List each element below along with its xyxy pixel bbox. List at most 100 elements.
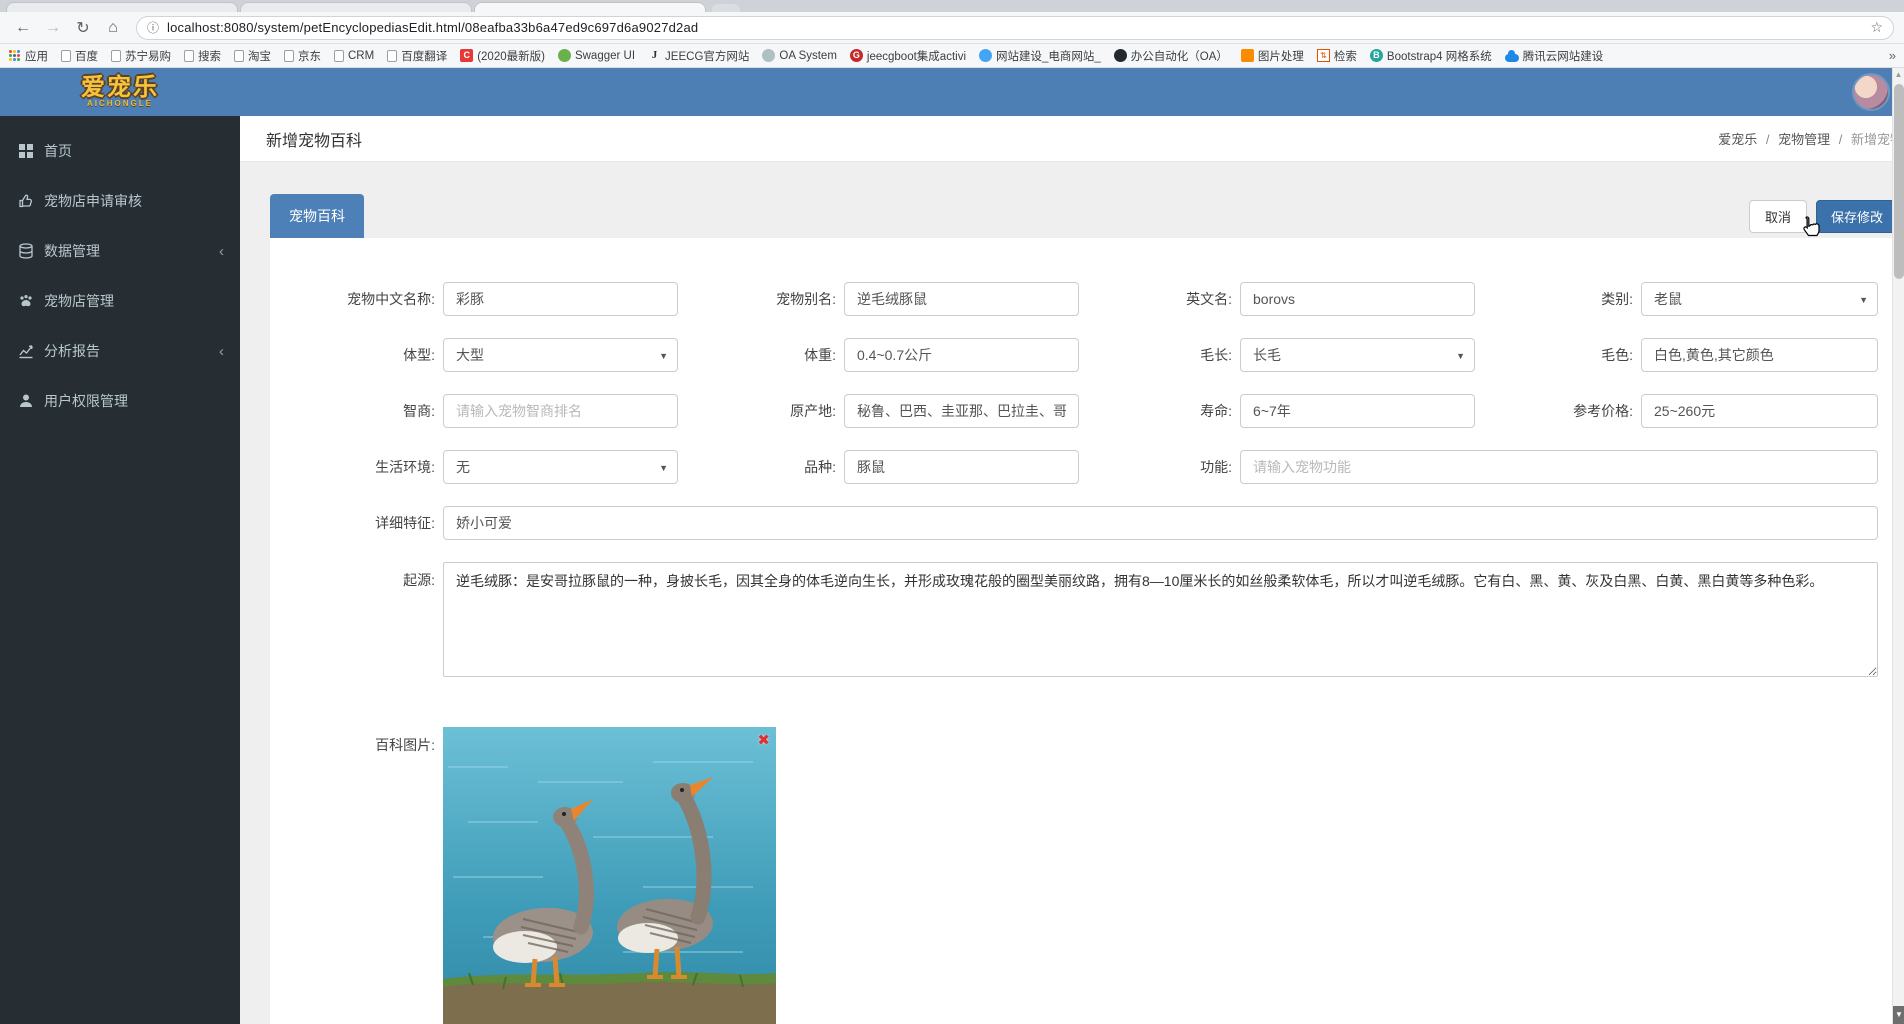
origin-textarea[interactable]: 逆毛绒豚：是安哥拉豚鼠的一种，身披长毛，因其全身的体毛逆向生长，并形成玫瑰花般的… <box>443 562 1878 677</box>
jeecgboot-icon: G <box>849 49 863 62</box>
page-icon <box>387 49 398 62</box>
page-icon <box>111 49 121 62</box>
sidebar: 首页 宠物店申请审核 数据管理 ‹ 宠物店管理 分析报告 ‹ 用户权限管理 <box>0 116 240 1024</box>
browser-tab[interactable] <box>6 2 238 12</box>
bookmark[interactable]: 搜索 <box>184 48 221 64</box>
sidebar-item-user-perms[interactable]: 用户权限管理 <box>0 376 240 426</box>
line-chart-icon <box>19 345 33 359</box>
browser-navbar: ← → ↻ ⌂ ⓘ localhost:8080/system/petEncyc… <box>0 12 1904 44</box>
pet-image: ✖ <box>443 727 776 1024</box>
en-name-input[interactable] <box>1240 282 1475 316</box>
bookmark[interactable]: 图片处理 <box>1240 48 1304 64</box>
home-icon[interactable]: ⌂ <box>100 19 126 37</box>
weight-label: 体重: <box>804 347 836 363</box>
bookmark[interactable]: OA System <box>762 49 837 62</box>
delete-image-icon[interactable]: ✖ <box>757 731 770 749</box>
bookmark[interactable]: ⇅ 检索 <box>1316 48 1357 64</box>
scroll-down-icon[interactable]: ▼ <box>1893 1006 1904 1024</box>
bookmark[interactable]: C (2020最新版) <box>460 48 545 64</box>
bootstrap-icon: B <box>1369 49 1383 62</box>
save-button[interactable]: 保存修改 <box>1815 199 1898 233</box>
bookmark[interactable]: 苏宁易购 <box>111 48 171 64</box>
paw-icon <box>20 295 32 307</box>
function-input[interactable] <box>1240 450 1878 484</box>
origin-place-input[interactable] <box>844 394 1079 428</box>
features-input[interactable] <box>443 506 1878 540</box>
hair-color-label: 毛色: <box>1601 347 1633 363</box>
page-icon <box>184 49 194 62</box>
user-icon <box>20 394 32 407</box>
bookmark-star-icon[interactable]: ☆ <box>1870 19 1883 36</box>
browser-tab[interactable] <box>240 2 472 12</box>
scrollbar-thumb[interactable] <box>1894 84 1904 279</box>
bookmark-apps[interactable]: 应用 <box>8 48 48 64</box>
breadcrumb-section[interactable]: 宠物管理 <box>1778 132 1830 147</box>
card-toolbar: 宠物百科 取消 保存修改 <box>270 194 1898 238</box>
environment-select[interactable]: 无 ▼ <box>443 450 678 484</box>
bookmark[interactable]: CRM <box>334 49 374 62</box>
alias-input[interactable] <box>844 282 1079 316</box>
scroll-up-icon[interactable]: ▲ <box>1893 68 1904 82</box>
sidebar-item-home[interactable]: 首页 <box>0 126 240 176</box>
new-tab-button[interactable] <box>712 4 740 12</box>
form-card: 宠物中文名称: 宠物别名: 英文名: 类别: 老鼠 ▼ 体型: <box>270 238 1898 1024</box>
bookmark[interactable]: 百度翻译 <box>387 48 447 64</box>
weight-input[interactable] <box>844 338 1079 372</box>
github-icon <box>1113 49 1127 62</box>
bookmark[interactable]: Swagger UI <box>557 49 635 62</box>
price-input[interactable] <box>1641 394 1878 428</box>
page-icon <box>234 49 244 62</box>
website-icon <box>979 49 992 62</box>
bookmark[interactable]: 办公自动化（OA） <box>1113 48 1228 64</box>
cn-name-label: 宠物中文名称: <box>347 291 435 307</box>
forward-icon[interactable]: → <box>40 19 66 37</box>
iq-label: 智商: <box>403 403 435 419</box>
bookmark[interactable]: 腾讯云网站建设 <box>1504 48 1603 64</box>
page-info-icon[interactable]: ⓘ <box>147 19 159 36</box>
lifespan-label: 寿命: <box>1200 403 1232 419</box>
breadcrumb-home[interactable]: 爱宠乐 <box>1718 132 1757 147</box>
bookmark[interactable]: 网站建设_电商网站_ <box>979 48 1101 64</box>
cn-name-input[interactable] <box>443 282 678 316</box>
reload-icon[interactable]: ↻ <box>70 18 96 38</box>
bookmark[interactable]: B Bootstrap4 网格系统 <box>1369 48 1492 64</box>
page-icon <box>61 49 71 62</box>
category-label: 类别: <box>1601 291 1633 307</box>
origin-label: 起源: <box>403 572 435 588</box>
bookmarks-overflow-icon[interactable]: » <box>1889 48 1896 63</box>
bookmark[interactable]: Gjeecgboot集成activi <box>849 48 966 64</box>
iq-input[interactable] <box>443 394 678 428</box>
body-type-select[interactable]: 大型 ▼ <box>443 338 678 372</box>
hair-length-select[interactable]: 长毛 ▼ <box>1240 338 1475 372</box>
page-icon <box>284 49 294 62</box>
bookmark[interactable]: 京东 <box>284 48 321 64</box>
category-select[interactable]: 老鼠 ▼ <box>1641 282 1878 316</box>
back-icon[interactable]: ← <box>10 19 36 37</box>
page-scrollbar[interactable]: ▲ ▼ <box>1892 68 1904 1024</box>
sidebar-item-shop-mgmt[interactable]: 宠物店管理 <box>0 276 240 326</box>
tab-pet-encyclopedia[interactable]: 宠物百科 <box>270 194 364 238</box>
price-label: 参考价格: <box>1573 403 1633 419</box>
sidebar-item-shop-audit[interactable]: 宠物店申请审核 <box>0 176 240 226</box>
address-bar[interactable]: ⓘ localhost:8080/system/petEncyclopedias… <box>136 15 1894 40</box>
logo-en-text: AICHONGLE <box>87 98 153 108</box>
browser-tab-active[interactable] <box>474 2 706 12</box>
caret-down-icon: ▼ <box>659 463 668 473</box>
cancel-button[interactable]: 取消 <box>1748 199 1807 233</box>
url-text[interactable]: localhost:8080/system/petEncyclopediasEd… <box>167 20 1870 35</box>
bookmark[interactable]: J JEECG官方网站 <box>648 48 750 64</box>
user-avatar[interactable] <box>1852 73 1890 111</box>
cloud-icon <box>1504 49 1519 62</box>
swagger-icon <box>557 49 571 62</box>
origin-place-label: 原产地: <box>790 403 836 419</box>
hair-color-input[interactable] <box>1641 338 1878 372</box>
bookmark[interactable]: 百度 <box>61 48 98 64</box>
bookmark[interactable]: 淘宝 <box>234 48 271 64</box>
sidebar-item-reports[interactable]: 分析报告 ‹ <box>0 326 240 376</box>
function-label: 功能: <box>1200 459 1232 475</box>
sidebar-item-data-mgmt[interactable]: 数据管理 ‹ <box>0 226 240 276</box>
breed-input[interactable] <box>844 450 1079 484</box>
caret-down-icon: ▼ <box>659 351 668 361</box>
features-label: 详细特征: <box>375 515 435 531</box>
lifespan-input[interactable] <box>1240 394 1475 428</box>
